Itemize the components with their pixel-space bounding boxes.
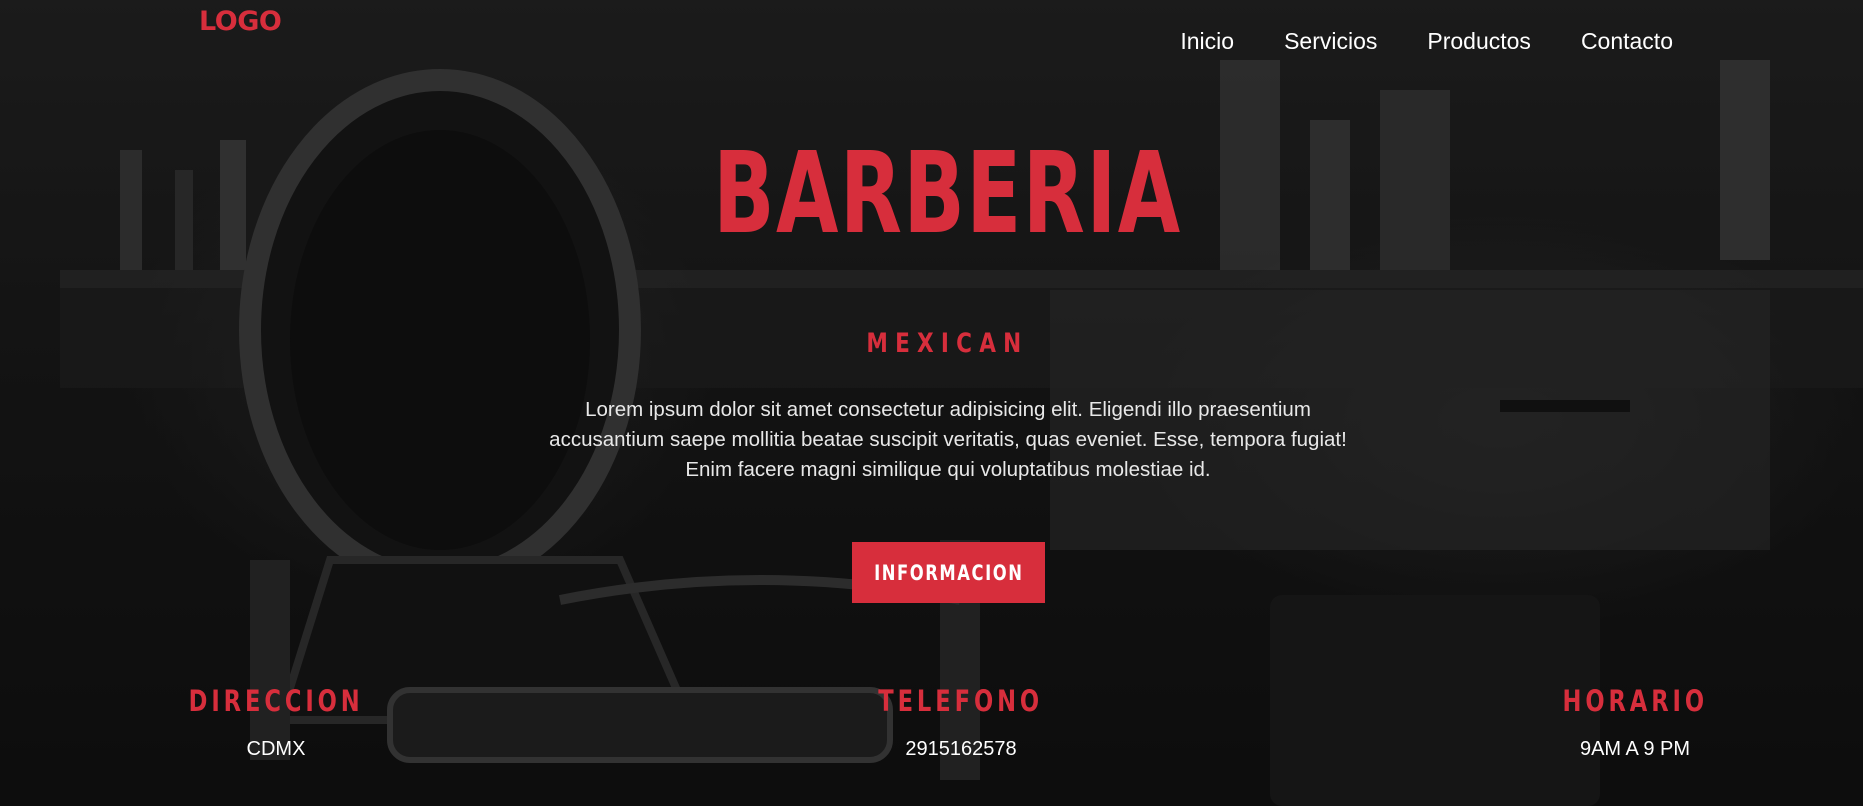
- info-label-direccion: DIRECCION: [188, 684, 364, 718]
- informacion-button[interactable]: INFORMACION: [852, 542, 1045, 603]
- logo[interactable]: LOGO: [199, 6, 282, 37]
- info-label-horario: HORARIO: [1562, 684, 1708, 718]
- nav-link-servicios[interactable]: Servicios: [1284, 28, 1377, 55]
- main-nav: Inicio Servicios Productos Contacto: [1180, 28, 1673, 55]
- nav-link-contacto[interactable]: Contacto: [1581, 28, 1673, 55]
- info-value-horario: 9AM A 9 PM: [1579, 738, 1691, 760]
- informacion-button-label: INFORMACION: [873, 560, 1024, 585]
- info-value-direccion: CDMX: [246, 738, 306, 760]
- nav-link-productos[interactable]: Productos: [1427, 28, 1531, 55]
- hero-subtitle: MEXICAN: [866, 328, 1029, 359]
- hero-title: BARBERIA: [713, 129, 1182, 259]
- hero-description: Lorem ipsum dolor sit amet consectetur a…: [549, 398, 1347, 481]
- hero-section: LOGO Inicio Servicios Productos Contacto…: [0, 0, 1863, 806]
- info-direccion: DIRECCION CDMX: [156, 684, 396, 761]
- info-horario: HORARIO 9AM A 9 PM: [1515, 684, 1755, 761]
- info-telefono: TELEFONO 2915162578: [841, 684, 1081, 761]
- info-label-telefono: TELEFONO: [878, 684, 1044, 718]
- info-value-telefono: 2915162578: [905, 738, 1017, 760]
- nav-link-inicio[interactable]: Inicio: [1180, 28, 1234, 55]
